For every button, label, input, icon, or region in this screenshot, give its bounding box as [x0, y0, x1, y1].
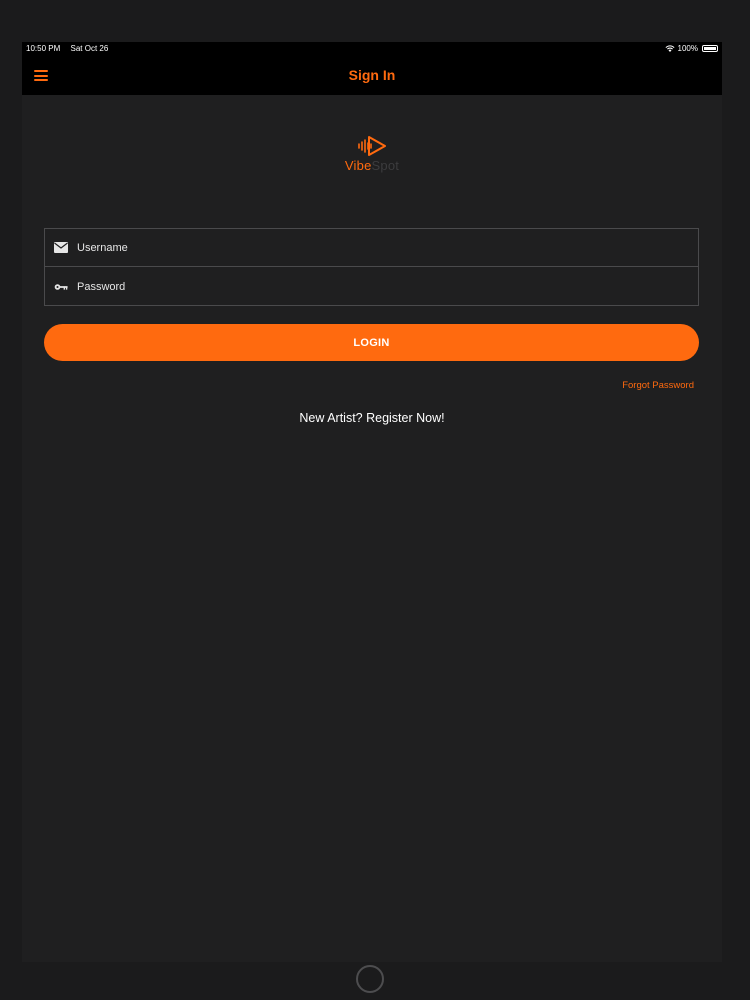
page-title: Sign In [348, 67, 396, 83]
logo-text-primary: Vibe [344, 158, 372, 173]
battery-percent: 100% [677, 44, 698, 53]
status-time: 10:50 PM [26, 44, 61, 53]
username-field [45, 229, 698, 267]
status-bar: 10:50 PM Sat Oct 26 100% [22, 42, 722, 56]
home-button[interactable] [356, 965, 384, 993]
password-field [45, 268, 698, 306]
app-screen: 10:50 PM Sat Oct 26 100% Sign In VibeSpo… [22, 42, 722, 962]
app-logo: VibeSpot [322, 134, 422, 184]
device-bezel: 10:50 PM Sat Oct 26 100% Sign In VibeSpo… [0, 0, 750, 1000]
username-input[interactable] [77, 241, 698, 254]
wifi-icon [665, 44, 675, 52]
login-button[interactable]: LOGIN [44, 324, 699, 361]
login-form [44, 228, 699, 306]
play-sound-logo-icon [358, 136, 386, 156]
mail-icon [54, 242, 68, 254]
status-date: Sat Oct 26 [70, 44, 109, 53]
password-input[interactable] [77, 281, 698, 293]
nav-bar: Sign In [22, 56, 722, 95]
logo-text-secondary: Spot [371, 158, 400, 173]
register-link[interactable]: New Artist? Register Now! [22, 411, 722, 425]
key-icon [54, 281, 68, 293]
battery-icon [702, 45, 718, 52]
logo-wordmark: VibeSpot [322, 158, 422, 173]
forgot-password-link[interactable]: Forgot Password [622, 380, 694, 391]
